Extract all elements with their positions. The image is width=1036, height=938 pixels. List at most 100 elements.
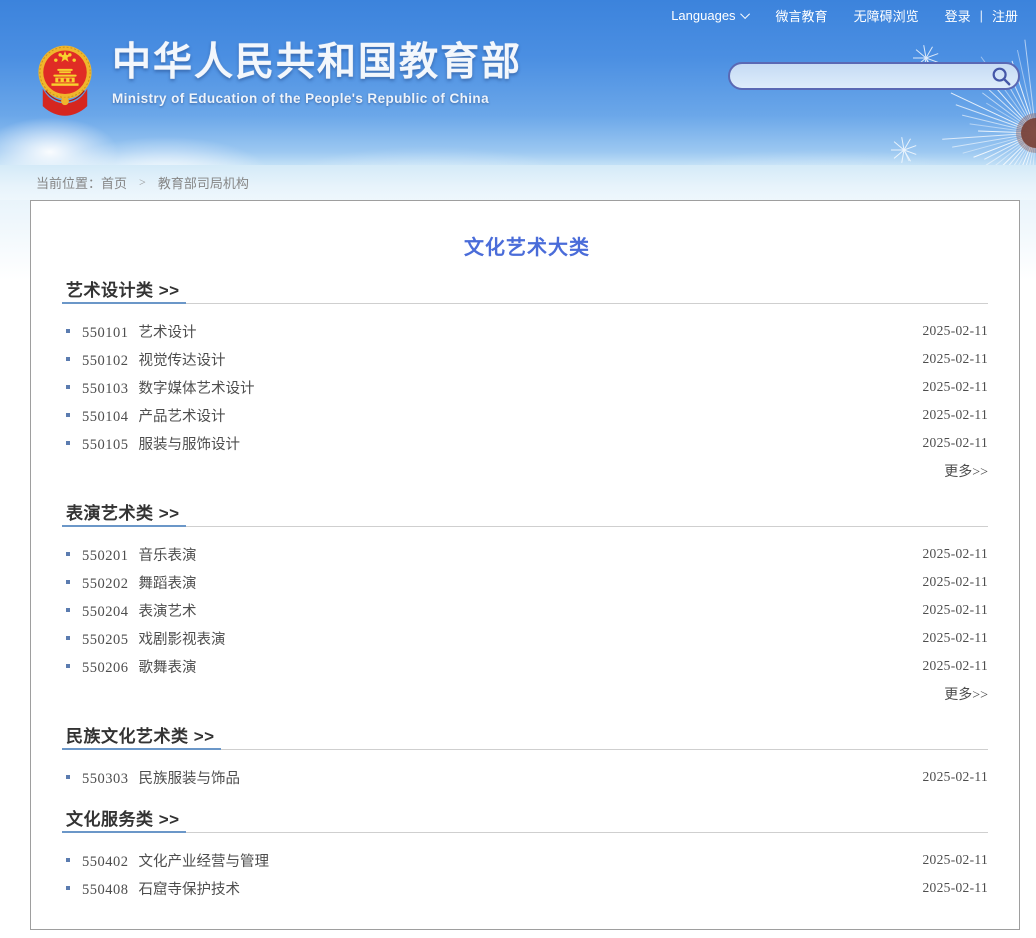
item-link[interactable]: 550402 文化产业经营与管理 xyxy=(82,850,269,871)
square-bullet-icon xyxy=(66,664,70,668)
login-link[interactable]: 登录 xyxy=(945,6,971,25)
chevron-down-icon xyxy=(740,9,750,19)
item-code: 550303 xyxy=(82,771,129,788)
square-bullet-icon xyxy=(66,385,70,389)
item-link[interactable]: 550202 舞蹈表演 xyxy=(82,572,197,593)
section-rows: 550101 艺术设计 2025-02-11 550102 视觉传达设计 202… xyxy=(66,317,988,485)
item-date: 2025-02-11 xyxy=(923,546,989,562)
breadcrumb-home-link[interactable]: 首页 xyxy=(101,173,127,192)
list-item: 550206 歌舞表演 2025-02-11 xyxy=(66,652,988,680)
item-code: 550103 xyxy=(82,381,129,398)
item-name: 民族服装与饰品 xyxy=(139,767,241,788)
list-item: 550104 产品艺术设计 2025-02-11 xyxy=(66,401,988,429)
list-item: 550204 表演艺术 2025-02-11 xyxy=(66,596,988,624)
item-link[interactable]: 550103 数字媒体艺术设计 xyxy=(82,377,255,398)
item-name: 石窟寺保护技术 xyxy=(139,878,241,899)
square-bullet-icon xyxy=(66,636,70,640)
item-date: 2025-02-11 xyxy=(923,351,989,367)
item-name: 产品艺术设计 xyxy=(139,405,226,426)
item-code: 550408 xyxy=(82,882,129,899)
item-date: 2025-02-11 xyxy=(923,323,989,339)
search-icon[interactable] xyxy=(990,65,1012,87)
section-title-link[interactable]: 文化服务类 >> xyxy=(66,810,180,830)
list-item: 550202 舞蹈表演 2025-02-11 xyxy=(66,568,988,596)
item-code: 550202 xyxy=(82,576,129,593)
item-date: 2025-02-11 xyxy=(923,435,989,451)
page-title: 文化艺术大类 xyxy=(66,235,988,261)
item-code: 550206 xyxy=(82,660,129,677)
section-title-link[interactable]: 表演艺术类 >> xyxy=(66,504,180,524)
topbar-link-accessible[interactable]: 无障碍浏览 xyxy=(854,6,919,25)
list-item: 550101 艺术设计 2025-02-11 xyxy=(66,317,988,345)
list-item: 550102 视觉传达设计 2025-02-11 xyxy=(66,345,988,373)
square-bullet-icon xyxy=(66,775,70,779)
item-link[interactable]: 550101 艺术设计 xyxy=(82,321,197,342)
more-link[interactable]: 更多>> xyxy=(944,461,988,481)
list-item: 550408 石窟寺保护技术 2025-02-11 xyxy=(66,874,988,902)
section: 民族文化艺术类 >> 550303 民族服装与饰品 2025-02-11 xyxy=(66,727,988,791)
square-bullet-icon xyxy=(66,886,70,890)
site-title-cn: 中华人民共和国教育部 xyxy=(112,40,522,86)
item-code: 550205 xyxy=(82,632,129,649)
item-name: 戏剧影视表演 xyxy=(139,628,226,649)
section: 表演艺术类 >> 550201 音乐表演 2025-02-11 550202 舞… xyxy=(66,504,988,708)
item-name: 视觉传达设计 xyxy=(139,349,226,370)
breadcrumb-current-link[interactable]: 教育部司局机构 xyxy=(158,173,249,192)
square-bullet-icon xyxy=(66,329,70,333)
section-title-link[interactable]: 艺术设计类 >> xyxy=(66,281,180,301)
item-name: 服装与服饰设计 xyxy=(139,433,241,454)
item-date: 2025-02-11 xyxy=(923,880,989,896)
site-logo[interactable]: 中华人民共和国教育部 Ministry of Education of the … xyxy=(36,40,522,120)
section: 文化服务类 >> 550402 文化产业经营与管理 2025-02-11 550… xyxy=(66,810,988,902)
topbar-link-weiyan[interactable]: 微言教育 xyxy=(776,6,828,25)
topbar-separator: | xyxy=(980,8,983,23)
square-bullet-icon xyxy=(66,441,70,445)
item-date: 2025-02-11 xyxy=(923,630,989,646)
item-name: 舞蹈表演 xyxy=(139,572,197,593)
item-link[interactable]: 550204 表演艺术 xyxy=(82,600,197,621)
national-emblem-icon xyxy=(36,40,94,120)
item-date: 2025-02-11 xyxy=(923,769,989,785)
section: 艺术设计类 >> 550101 艺术设计 2025-02-11 550102 视… xyxy=(66,281,988,485)
section-header: 艺术设计类 >> xyxy=(66,281,988,304)
item-link[interactable]: 550303 民族服装与饰品 xyxy=(82,767,240,788)
more-row: 更多>> xyxy=(66,457,988,485)
square-bullet-icon xyxy=(66,552,70,556)
site-title-en: Ministry of Education of the People's Re… xyxy=(112,91,522,106)
section-rows: 550303 民族服装与饰品 2025-02-11 xyxy=(66,763,988,791)
item-code: 550204 xyxy=(82,604,129,621)
language-menu-label: Languages xyxy=(671,8,735,23)
more-link[interactable]: 更多>> xyxy=(944,684,988,704)
language-menu[interactable]: Languages xyxy=(671,8,749,23)
item-link[interactable]: 550104 产品艺术设计 xyxy=(82,405,226,426)
item-date: 2025-02-11 xyxy=(923,407,989,423)
section-header: 民族文化艺术类 >> xyxy=(66,727,988,750)
square-bullet-icon xyxy=(66,580,70,584)
item-date: 2025-02-11 xyxy=(923,379,989,395)
section-header: 文化服务类 >> xyxy=(66,810,988,833)
item-name: 音乐表演 xyxy=(139,544,197,565)
search-input[interactable] xyxy=(730,64,990,88)
register-link[interactable]: 注册 xyxy=(992,6,1018,25)
item-link[interactable]: 550105 服装与服饰设计 xyxy=(82,433,240,454)
sections: 艺术设计类 >> 550101 艺术设计 2025-02-11 550102 视… xyxy=(66,281,988,902)
section-title-link[interactable]: 民族文化艺术类 >> xyxy=(66,727,215,747)
list-item: 550105 服装与服饰设计 2025-02-11 xyxy=(66,429,988,457)
item-link[interactable]: 550206 歌舞表演 xyxy=(82,656,197,677)
breadcrumb: 当前位置： 首页 > 教育部司局机构 xyxy=(0,165,1036,200)
breadcrumb-separator: > xyxy=(139,175,146,190)
item-date: 2025-02-11 xyxy=(923,852,989,868)
item-name: 歌舞表演 xyxy=(139,656,197,677)
square-bullet-icon xyxy=(66,413,70,417)
item-code: 550104 xyxy=(82,409,129,426)
section-rows: 550402 文化产业经营与管理 2025-02-11 550408 石窟寺保护… xyxy=(66,846,988,902)
item-link[interactable]: 550408 石窟寺保护技术 xyxy=(82,878,240,899)
item-link[interactable]: 550102 视觉传达设计 xyxy=(82,349,226,370)
item-date: 2025-02-11 xyxy=(923,658,989,674)
section-header: 表演艺术类 >> xyxy=(66,504,988,527)
item-link[interactable]: 550205 戏剧影视表演 xyxy=(82,628,226,649)
search-box xyxy=(728,62,1020,90)
item-link[interactable]: 550201 音乐表演 xyxy=(82,544,197,565)
item-code: 550102 xyxy=(82,353,129,370)
list-item: 550201 音乐表演 2025-02-11 xyxy=(66,540,988,568)
